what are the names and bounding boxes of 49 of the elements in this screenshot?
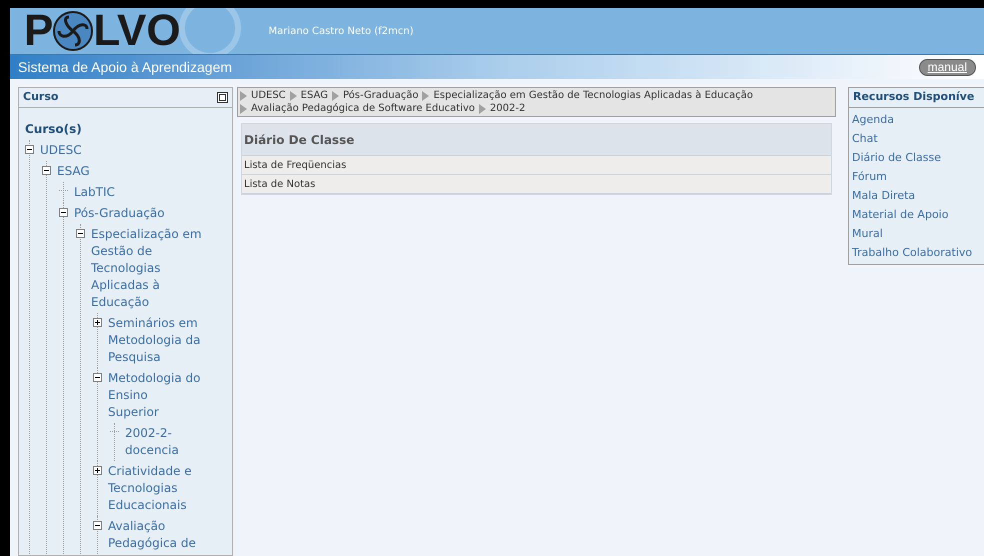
breadcrumb-link[interactable]: UDESC (251, 89, 286, 102)
collapse-icon[interactable] (76, 229, 85, 238)
logo-text: P (24, 9, 54, 53)
breadcrumb-link[interactable]: Especialização em Gestão de Tecnologias Aplicadas à Educação (433, 89, 753, 102)
tree-item[interactable]: Seminários em Metodologia da Pesquisa (106, 315, 202, 366)
tree-heading: Curso(s) (25, 121, 83, 138)
tree-item[interactable]: Metodologia do Ensino Superior (106, 370, 202, 421)
tree-item[interactable]: ESAG (55, 163, 90, 180)
resource-link[interactable]: Mural (852, 224, 981, 243)
tree-item[interactable]: UDESC (38, 142, 82, 159)
resource-link[interactable]: Fórum (852, 167, 981, 186)
resource-link[interactable]: Chat (852, 129, 981, 148)
logo-icon (53, 11, 94, 51)
logo-text: LVO (93, 9, 181, 53)
resource-link[interactable]: Trabalho Colaborativo (852, 243, 981, 262)
panel-row[interactable]: Lista de Freqüencias (242, 156, 831, 175)
collapse-icon[interactable] (93, 373, 102, 382)
tree-item[interactable]: 2002-2-docencia (123, 425, 202, 459)
subtitle: Sistema de Apoio à Aprendizagem (18, 58, 232, 77)
expand-icon[interactable] (93, 318, 102, 327)
tree-item[interactable]: Pós-Graduação (72, 205, 165, 222)
resource-link[interactable]: Material de Apoio (852, 205, 981, 224)
manual-button[interactable]: manual (918, 58, 976, 76)
tree-item[interactable]: Criatividade e Tecnologias Educacionais (106, 463, 202, 514)
resource-link[interactable]: Mala Direta (852, 186, 981, 205)
breadcrumb-link[interactable]: 2002-2 (490, 102, 526, 115)
panel-row[interactable]: Lista de Notas (242, 175, 831, 194)
breadcrumb-link[interactable]: Pós-Graduação (342, 89, 418, 102)
sidebar-title: Curso (23, 89, 58, 106)
triangle-icon (290, 90, 297, 100)
breadcrumb-link[interactable]: Avaliação Pedagógica de Software Educativo (251, 102, 475, 115)
resource-link[interactable]: Agenda (852, 110, 981, 129)
tree-item[interactable]: Avaliação Pedagógica de (106, 518, 202, 552)
collapse-icon[interactable] (42, 166, 51, 175)
panel-title: Diário De Classe (244, 132, 354, 148)
tree-item[interactable]: Especialização em Gestão de Tecnologias Aplicadas à Educação (89, 226, 202, 311)
breadcrumb-link[interactable]: ESAG (300, 89, 328, 102)
window-icon[interactable] (217, 92, 228, 103)
collapse-icon[interactable] (25, 145, 34, 154)
triangle-icon (478, 104, 486, 114)
collapse-icon[interactable] (59, 208, 68, 217)
expand-icon[interactable] (93, 466, 102, 475)
triangle-icon (422, 90, 430, 100)
triangle-icon (332, 90, 339, 100)
resources-title: Recursos Disponíve (853, 89, 974, 106)
collapse-icon[interactable] (93, 521, 102, 530)
tree-item[interactable]: LabTIC (72, 184, 115, 201)
resource-link[interactable]: Diário de Classe (852, 148, 981, 167)
user-name: Mariano Castro Neto (f2mcn) (268, 24, 414, 38)
